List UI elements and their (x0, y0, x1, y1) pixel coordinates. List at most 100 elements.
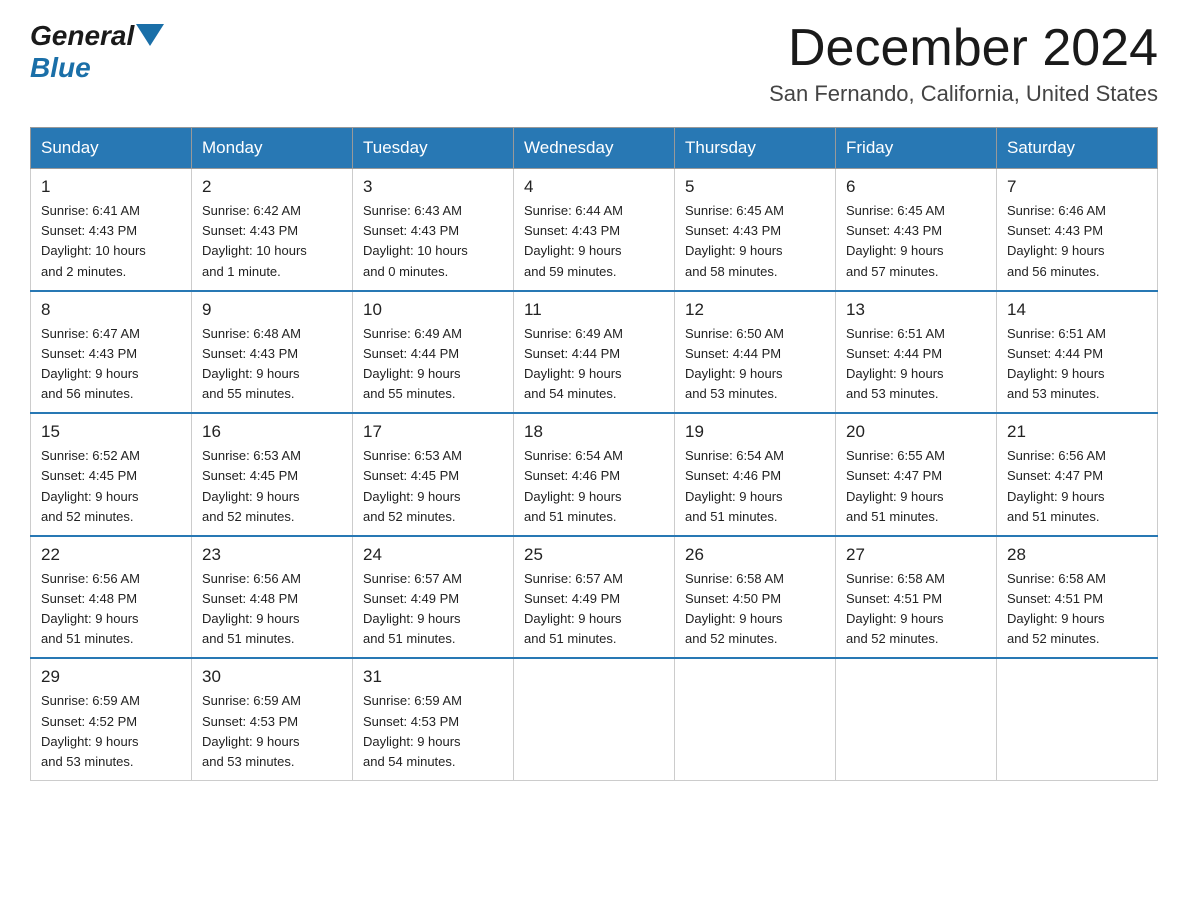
calendar-header-thursday: Thursday (675, 128, 836, 169)
day-number: 14 (1007, 300, 1147, 320)
day-info: Sunrise: 6:54 AMSunset: 4:46 PMDaylight:… (685, 446, 825, 527)
calendar-header-sunday: Sunday (31, 128, 192, 169)
day-info: Sunrise: 6:59 AMSunset: 4:52 PMDaylight:… (41, 691, 181, 772)
calendar-cell: 29 Sunrise: 6:59 AMSunset: 4:52 PMDaylig… (31, 658, 192, 780)
calendar-cell: 14 Sunrise: 6:51 AMSunset: 4:44 PMDaylig… (997, 291, 1158, 414)
day-info: Sunrise: 6:56 AMSunset: 4:48 PMDaylight:… (41, 569, 181, 650)
calendar-header-saturday: Saturday (997, 128, 1158, 169)
day-number: 9 (202, 300, 342, 320)
day-info: Sunrise: 6:58 AMSunset: 4:51 PMDaylight:… (1007, 569, 1147, 650)
location-title: San Fernando, California, United States (769, 81, 1158, 107)
day-number: 10 (363, 300, 503, 320)
day-info: Sunrise: 6:53 AMSunset: 4:45 PMDaylight:… (202, 446, 342, 527)
logo: General Blue (30, 20, 166, 84)
page-header: General Blue December 2024 San Fernando,… (30, 20, 1158, 107)
calendar-cell: 21 Sunrise: 6:56 AMSunset: 4:47 PMDaylig… (997, 413, 1158, 536)
day-number: 28 (1007, 545, 1147, 565)
calendar-cell: 6 Sunrise: 6:45 AMSunset: 4:43 PMDayligh… (836, 169, 997, 291)
calendar-cell: 9 Sunrise: 6:48 AMSunset: 4:43 PMDayligh… (192, 291, 353, 414)
day-info: Sunrise: 6:44 AMSunset: 4:43 PMDaylight:… (524, 201, 664, 282)
calendar-cell: 18 Sunrise: 6:54 AMSunset: 4:46 PMDaylig… (514, 413, 675, 536)
calendar-cell: 28 Sunrise: 6:58 AMSunset: 4:51 PMDaylig… (997, 536, 1158, 659)
day-info: Sunrise: 6:47 AMSunset: 4:43 PMDaylight:… (41, 324, 181, 405)
calendar-cell: 19 Sunrise: 6:54 AMSunset: 4:46 PMDaylig… (675, 413, 836, 536)
calendar-cell: 7 Sunrise: 6:46 AMSunset: 4:43 PMDayligh… (997, 169, 1158, 291)
calendar-cell: 2 Sunrise: 6:42 AMSunset: 4:43 PMDayligh… (192, 169, 353, 291)
day-info: Sunrise: 6:43 AMSunset: 4:43 PMDaylight:… (363, 201, 503, 282)
day-number: 18 (524, 422, 664, 442)
calendar-table: SundayMondayTuesdayWednesdayThursdayFrid… (30, 127, 1158, 781)
day-number: 1 (41, 177, 181, 197)
day-number: 25 (524, 545, 664, 565)
day-info: Sunrise: 6:55 AMSunset: 4:47 PMDaylight:… (846, 446, 986, 527)
calendar-week-row: 22 Sunrise: 6:56 AMSunset: 4:48 PMDaylig… (31, 536, 1158, 659)
calendar-cell: 1 Sunrise: 6:41 AMSunset: 4:43 PMDayligh… (31, 169, 192, 291)
day-number: 7 (1007, 177, 1147, 197)
calendar-header-friday: Friday (836, 128, 997, 169)
day-info: Sunrise: 6:57 AMSunset: 4:49 PMDaylight:… (524, 569, 664, 650)
calendar-header-row: SundayMondayTuesdayWednesdayThursdayFrid… (31, 128, 1158, 169)
day-number: 11 (524, 300, 664, 320)
calendar-cell: 20 Sunrise: 6:55 AMSunset: 4:47 PMDaylig… (836, 413, 997, 536)
day-info: Sunrise: 6:57 AMSunset: 4:49 PMDaylight:… (363, 569, 503, 650)
day-number: 16 (202, 422, 342, 442)
day-info: Sunrise: 6:52 AMSunset: 4:45 PMDaylight:… (41, 446, 181, 527)
day-number: 3 (363, 177, 503, 197)
calendar-cell (997, 658, 1158, 780)
calendar-cell: 26 Sunrise: 6:58 AMSunset: 4:50 PMDaylig… (675, 536, 836, 659)
day-info: Sunrise: 6:46 AMSunset: 4:43 PMDaylight:… (1007, 201, 1147, 282)
calendar-week-row: 15 Sunrise: 6:52 AMSunset: 4:45 PMDaylig… (31, 413, 1158, 536)
day-number: 5 (685, 177, 825, 197)
calendar-header-monday: Monday (192, 128, 353, 169)
day-number: 31 (363, 667, 503, 687)
day-number: 24 (363, 545, 503, 565)
day-info: Sunrise: 6:49 AMSunset: 4:44 PMDaylight:… (363, 324, 503, 405)
calendar-cell: 15 Sunrise: 6:52 AMSunset: 4:45 PMDaylig… (31, 413, 192, 536)
calendar-cell: 27 Sunrise: 6:58 AMSunset: 4:51 PMDaylig… (836, 536, 997, 659)
day-info: Sunrise: 6:58 AMSunset: 4:50 PMDaylight:… (685, 569, 825, 650)
day-number: 21 (1007, 422, 1147, 442)
calendar-cell: 17 Sunrise: 6:53 AMSunset: 4:45 PMDaylig… (353, 413, 514, 536)
calendar-week-row: 29 Sunrise: 6:59 AMSunset: 4:52 PMDaylig… (31, 658, 1158, 780)
day-number: 23 (202, 545, 342, 565)
calendar-cell: 25 Sunrise: 6:57 AMSunset: 4:49 PMDaylig… (514, 536, 675, 659)
day-info: Sunrise: 6:45 AMSunset: 4:43 PMDaylight:… (846, 201, 986, 282)
title-area: December 2024 San Fernando, California, … (769, 20, 1158, 107)
day-info: Sunrise: 6:59 AMSunset: 4:53 PMDaylight:… (363, 691, 503, 772)
calendar-cell (836, 658, 997, 780)
day-number: 30 (202, 667, 342, 687)
day-info: Sunrise: 6:42 AMSunset: 4:43 PMDaylight:… (202, 201, 342, 282)
calendar-cell (675, 658, 836, 780)
calendar-cell: 16 Sunrise: 6:53 AMSunset: 4:45 PMDaylig… (192, 413, 353, 536)
calendar-header-tuesday: Tuesday (353, 128, 514, 169)
day-info: Sunrise: 6:56 AMSunset: 4:47 PMDaylight:… (1007, 446, 1147, 527)
logo-general-text: General (30, 20, 134, 52)
day-info: Sunrise: 6:56 AMSunset: 4:48 PMDaylight:… (202, 569, 342, 650)
day-number: 4 (524, 177, 664, 197)
day-number: 8 (41, 300, 181, 320)
day-number: 12 (685, 300, 825, 320)
calendar-cell: 11 Sunrise: 6:49 AMSunset: 4:44 PMDaylig… (514, 291, 675, 414)
calendar-header-wednesday: Wednesday (514, 128, 675, 169)
day-info: Sunrise: 6:45 AMSunset: 4:43 PMDaylight:… (685, 201, 825, 282)
calendar-cell: 4 Sunrise: 6:44 AMSunset: 4:43 PMDayligh… (514, 169, 675, 291)
logo-triangle-icon (136, 24, 164, 46)
calendar-cell: 31 Sunrise: 6:59 AMSunset: 4:53 PMDaylig… (353, 658, 514, 780)
calendar-cell: 12 Sunrise: 6:50 AMSunset: 4:44 PMDaylig… (675, 291, 836, 414)
day-number: 13 (846, 300, 986, 320)
day-info: Sunrise: 6:58 AMSunset: 4:51 PMDaylight:… (846, 569, 986, 650)
day-number: 2 (202, 177, 342, 197)
calendar-cell: 23 Sunrise: 6:56 AMSunset: 4:48 PMDaylig… (192, 536, 353, 659)
day-info: Sunrise: 6:59 AMSunset: 4:53 PMDaylight:… (202, 691, 342, 772)
day-info: Sunrise: 6:53 AMSunset: 4:45 PMDaylight:… (363, 446, 503, 527)
day-info: Sunrise: 6:51 AMSunset: 4:44 PMDaylight:… (846, 324, 986, 405)
day-info: Sunrise: 6:41 AMSunset: 4:43 PMDaylight:… (41, 201, 181, 282)
day-number: 26 (685, 545, 825, 565)
day-info: Sunrise: 6:54 AMSunset: 4:46 PMDaylight:… (524, 446, 664, 527)
day-number: 15 (41, 422, 181, 442)
calendar-cell (514, 658, 675, 780)
day-number: 19 (685, 422, 825, 442)
calendar-cell: 24 Sunrise: 6:57 AMSunset: 4:49 PMDaylig… (353, 536, 514, 659)
calendar-week-row: 1 Sunrise: 6:41 AMSunset: 4:43 PMDayligh… (31, 169, 1158, 291)
calendar-cell: 5 Sunrise: 6:45 AMSunset: 4:43 PMDayligh… (675, 169, 836, 291)
